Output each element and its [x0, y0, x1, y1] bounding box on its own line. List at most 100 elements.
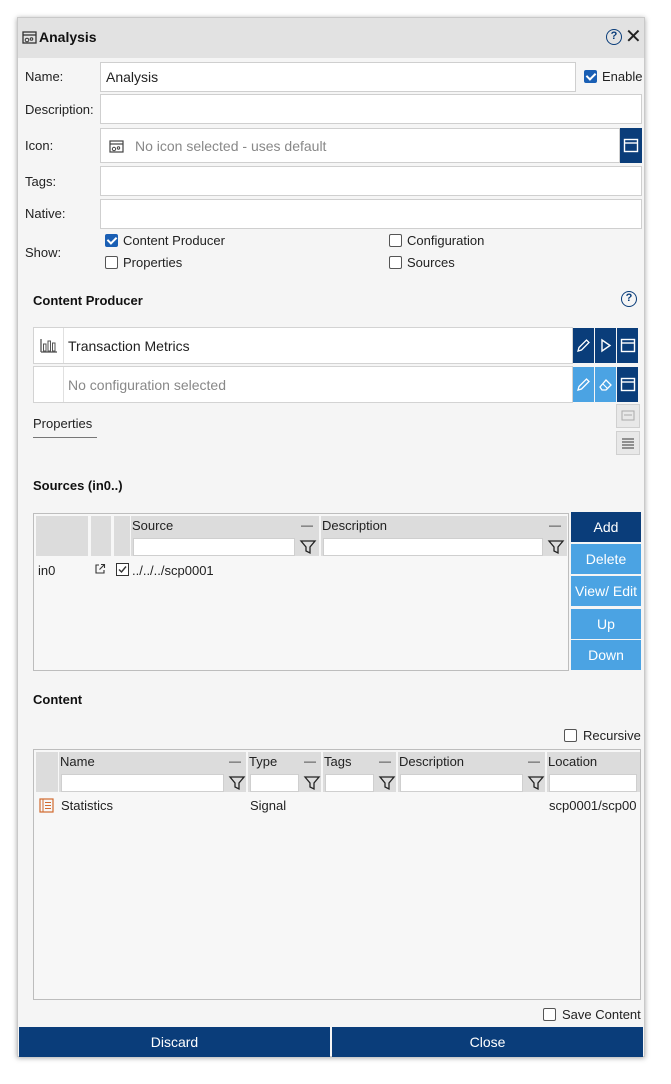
title-bar: Analysis ? ✕ [18, 18, 644, 58]
description-input[interactable] [100, 94, 642, 124]
location-column-label: Location [548, 754, 598, 769]
browse-icon-button[interactable] [620, 128, 642, 163]
show-properties-label: Properties [123, 255, 183, 270]
content-description-filter-input[interactable] [400, 774, 523, 792]
type-filter-input[interactable] [250, 774, 299, 792]
open-configuration-button[interactable] [617, 367, 638, 402]
source-column-collapse[interactable]: — [301, 518, 313, 532]
show-sources-checkbox[interactable] [389, 256, 402, 269]
content-description-header: Description — [398, 752, 545, 792]
show-content-producer-label: Content Producer [123, 233, 225, 248]
close-button[interactable]: Close [332, 1027, 643, 1057]
icon-selector[interactable]: No icon selected - uses default [100, 128, 620, 163]
content-icon-header [36, 752, 58, 792]
source-column-label: Source [132, 518, 174, 533]
content-tags-header: Tags — [323, 752, 396, 792]
content-producer-title: Content Producer [33, 293, 143, 308]
tab-properties[interactable]: Properties [33, 414, 97, 438]
close-icon[interactable]: ✕ [625, 27, 642, 47]
recursive-checkbox[interactable] [564, 729, 577, 742]
show-configuration-label: Configuration [407, 233, 485, 248]
source-filter-input[interactable] [133, 538, 295, 556]
description-column-collapse[interactable]: — [549, 518, 561, 532]
default-icon [109, 140, 124, 153]
type-column-label: Type [249, 754, 278, 769]
name-input[interactable]: Analysis [100, 62, 576, 92]
signal-list-icon [39, 798, 54, 813]
source-description-filter-input[interactable] [323, 538, 543, 556]
content-producer-help-icon[interactable]: ? [621, 291, 637, 307]
view-edit-source-button[interactable]: View/ Edit [571, 576, 641, 606]
edit-configuration-button[interactable] [573, 367, 594, 402]
producer-icon-cell [34, 328, 64, 363]
sources-description-header: Description — [321, 516, 567, 556]
open-producer-button[interactable] [617, 328, 638, 363]
show-content-producer-checkbox[interactable] [105, 234, 118, 247]
filter-icon[interactable] [378, 774, 396, 792]
show-properties-checkbox[interactable] [105, 256, 118, 269]
filter-icon[interactable] [303, 774, 321, 792]
save-content-checkbox[interactable] [543, 1008, 556, 1021]
enable-checkbox[interactable] [584, 70, 597, 83]
filter-icon[interactable] [527, 774, 545, 792]
name-column-label: Name [60, 754, 95, 769]
table-row[interactable]: in0 ../../../scp0001 [34, 560, 568, 580]
clear-configuration-button[interactable] [595, 367, 616, 402]
list-view-button[interactable] [616, 431, 640, 455]
sources-port-header [36, 516, 88, 556]
content-name: Statistics [61, 798, 114, 813]
table-row[interactable]: Statistics Signal scp0001/scp00 [34, 794, 640, 816]
sources-source-header: Source — [131, 516, 319, 556]
name-label: Name: [25, 69, 64, 84]
external-link-icon[interactable] [94, 563, 106, 575]
play-icon [601, 338, 612, 353]
type-column-collapse[interactable]: — [304, 754, 316, 768]
description-label: Description: [25, 102, 94, 117]
source-path: ../../../scp0001 [132, 563, 214, 578]
tags-column-collapse[interactable]: — [379, 754, 391, 768]
content-grid: Name — Type — Tags — Description — Locat… [33, 749, 641, 1000]
run-producer-button[interactable] [595, 328, 616, 363]
producer-name: Transaction Metrics [68, 338, 190, 354]
filter-icon[interactable] [299, 538, 317, 556]
source-port: in0 [38, 563, 56, 578]
edit-producer-button[interactable] [573, 328, 594, 363]
filter-icon[interactable] [228, 774, 246, 792]
move-down-button[interactable]: Down [571, 640, 641, 670]
source-checkbox[interactable] [116, 563, 129, 576]
producer-row: Transaction Metrics [33, 327, 573, 364]
content-location-header: Location [547, 752, 640, 792]
filter-icon[interactable] [547, 538, 565, 556]
content-description-column-collapse[interactable]: — [528, 754, 540, 768]
window-icon [623, 138, 639, 153]
location-filter-input[interactable] [549, 774, 637, 792]
discard-button[interactable]: Discard [19, 1027, 330, 1057]
show-configuration-checkbox[interactable] [389, 234, 402, 247]
icon-placeholder: No icon selected - uses default [135, 138, 327, 154]
name-filter-input[interactable] [61, 774, 224, 792]
eraser-icon [599, 379, 612, 391]
sources-check-header [114, 516, 130, 556]
configuration-icon-cell [34, 367, 64, 402]
name-column-collapse[interactable]: — [229, 754, 241, 768]
content-type-header: Type — [248, 752, 321, 792]
content-description-column-label: Description [399, 754, 465, 769]
analysis-dialog: Analysis ? ✕ Name: Analysis Enable Descr… [17, 17, 645, 1057]
move-up-button[interactable]: Up [571, 609, 641, 639]
list-icon [622, 438, 634, 449]
native-input[interactable] [100, 199, 642, 229]
tags-label: Tags: [25, 174, 57, 189]
form-view-button[interactable] [616, 404, 640, 428]
sources-link-header [91, 516, 111, 556]
analysis-icon [22, 31, 37, 44]
delete-source-button[interactable]: Delete [571, 544, 641, 574]
help-icon[interactable]: ? [606, 29, 622, 45]
tags-input[interactable] [100, 166, 642, 196]
window-icon [620, 338, 636, 353]
show-sources-label: Sources [407, 255, 455, 270]
tags-filter-input[interactable] [325, 774, 374, 792]
add-source-button[interactable]: Add [571, 512, 641, 542]
show-label: Show: [25, 245, 62, 260]
configuration-row: No configuration selected [33, 366, 573, 403]
configuration-placeholder: No configuration selected [68, 377, 226, 393]
